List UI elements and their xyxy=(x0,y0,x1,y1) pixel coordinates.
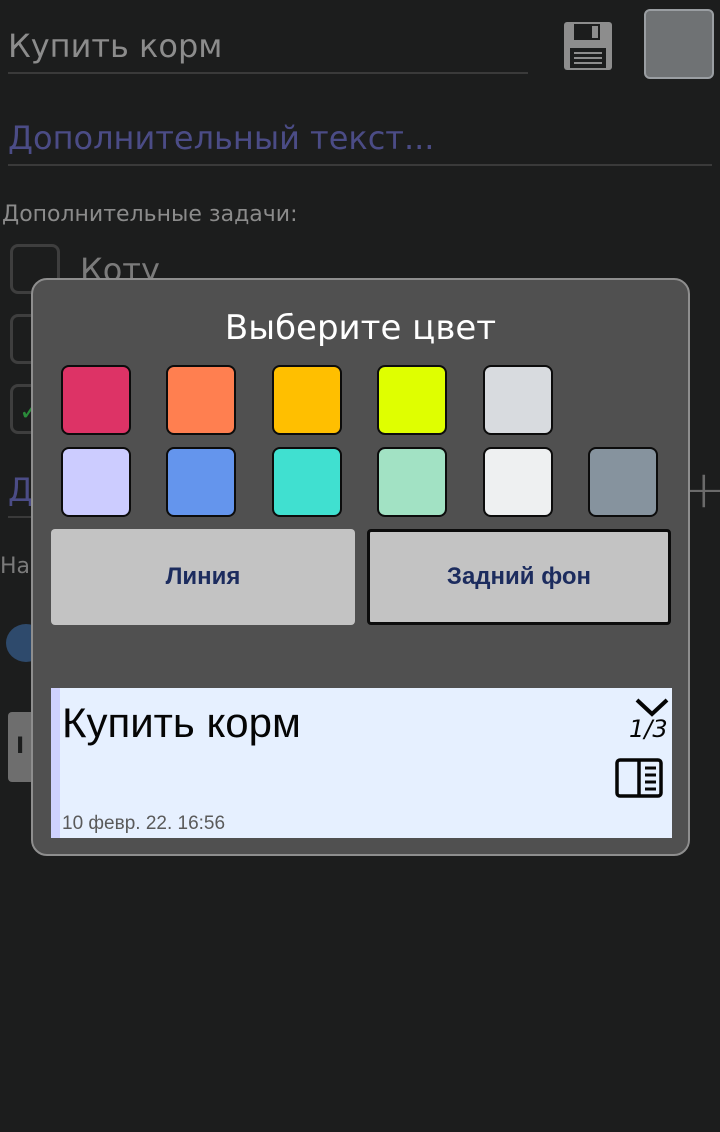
color-picker-dialog: Выберите цвет Линия Задний фон Купить ко… xyxy=(31,278,690,856)
line-color-button[interactable]: Линия xyxy=(51,529,355,625)
extra-text-input[interactable]: Дополнительный текст... xyxy=(8,112,712,166)
color-swatch[interactable] xyxy=(166,365,237,435)
color-swatch[interactable] xyxy=(271,447,342,517)
subtask-input-partial[interactable]: Д xyxy=(8,468,33,512)
color-swatch[interactable] xyxy=(61,365,131,435)
color-swatch[interactable] xyxy=(166,447,237,517)
color-swatch[interactable] xyxy=(588,447,658,517)
color-swatch[interactable] xyxy=(61,447,131,517)
dialog-title: Выберите цвет xyxy=(224,308,497,348)
preview-line-stripe xyxy=(51,688,60,838)
background-color-button[interactable]: Задний фон xyxy=(367,529,671,625)
preview-date: 10 февр. 22. 16:56 xyxy=(62,813,226,834)
note-title-input[interactable]: Купить корм xyxy=(8,22,528,74)
subtask-counter: 1/3 xyxy=(629,715,668,743)
color-swatch[interactable] xyxy=(482,365,553,435)
save-icon[interactable] xyxy=(562,20,614,72)
background-button-label: I xyxy=(16,734,25,759)
note-preview-card: Купить корм 1/3 10 февр. 22. 16:56 xyxy=(51,688,672,838)
color-swatch[interactable] xyxy=(377,365,448,435)
color-swatch[interactable] xyxy=(271,365,342,435)
subtasks-label: Дополнительные задачи: xyxy=(2,202,298,227)
card-layout-icon xyxy=(615,758,663,798)
color-swatch[interactable] xyxy=(482,447,553,517)
preview-title: Купить корм xyxy=(62,699,301,746)
color-swatch[interactable] xyxy=(377,447,448,517)
note-editor-screen: Купить корм Дополнительный текст... Допо… xyxy=(0,0,720,1132)
note-color-button[interactable] xyxy=(644,9,714,79)
partial-label: На xyxy=(0,554,31,579)
